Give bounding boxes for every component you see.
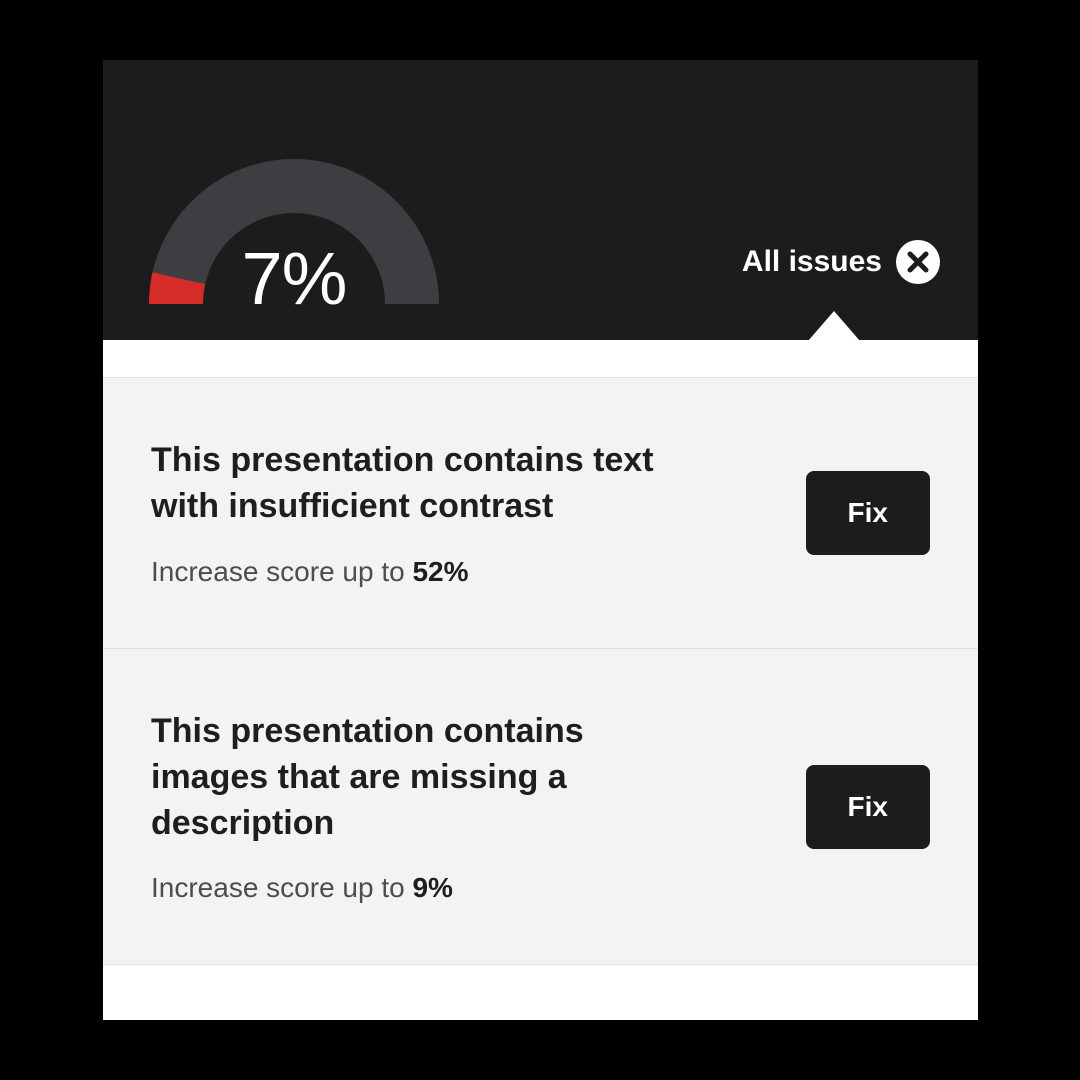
- accessibility-panel: 7% All issues This presentation contains…: [103, 60, 978, 1020]
- issue-increase-prefix: Increase score up to: [151, 556, 412, 587]
- close-icon: [907, 251, 929, 273]
- issue-title: This presentation contains images that a…: [151, 709, 671, 847]
- fix-button[interactable]: Fix: [806, 471, 930, 555]
- issue-increase-value: 52%: [412, 556, 468, 587]
- panel-header: 7% All issues: [103, 60, 978, 340]
- issue-card: This presentation contains images that a…: [103, 649, 978, 966]
- issue-title: This presentation contains text with ins…: [151, 438, 671, 530]
- issue-subtext: Increase score up to 9%: [151, 872, 774, 904]
- fix-button[interactable]: Fix: [806, 765, 930, 849]
- all-issues-label: All issues: [742, 245, 882, 279]
- all-issues-toggle[interactable]: All issues: [742, 240, 940, 284]
- header-spacer: [103, 340, 978, 378]
- issue-card: This presentation contains text with ins…: [103, 378, 978, 649]
- issue-increase-prefix: Increase score up to: [151, 872, 412, 903]
- close-button[interactable]: [896, 240, 940, 284]
- issue-subtext: Increase score up to 52%: [151, 556, 774, 588]
- issue-increase-value: 9%: [412, 872, 452, 903]
- callout-arrow-icon: [808, 311, 860, 341]
- score-label: 7%: [139, 236, 449, 321]
- score-gauge: 7%: [139, 140, 449, 310]
